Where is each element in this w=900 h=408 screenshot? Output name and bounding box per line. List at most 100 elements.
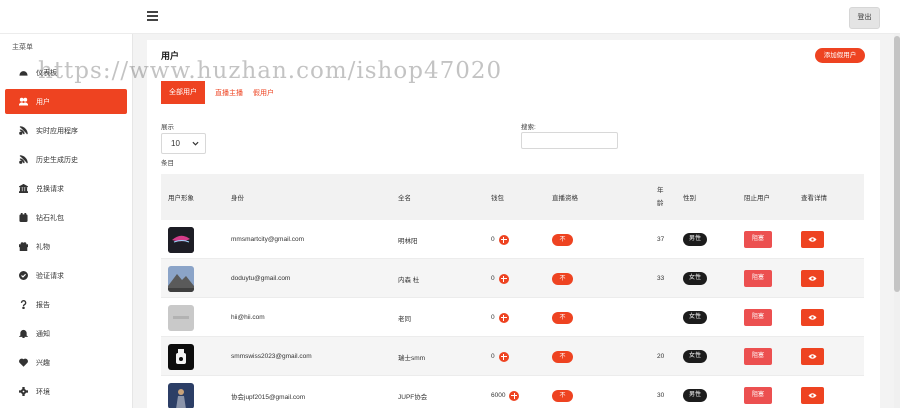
table-row: 协会jupf2015@gmail.com JUPF协会 6000 不 30 男性… — [161, 376, 864, 408]
avatar — [168, 298, 194, 337]
tab-live-hosts[interactable]: 直播主播 — [215, 88, 243, 98]
user-age: 37 — [657, 236, 665, 243]
live-status: 不 — [552, 337, 573, 376]
view-details-button[interactable] — [801, 270, 824, 287]
sidebar-item-gifts[interactable]: 礼物 — [5, 234, 127, 259]
sidebar-item-dashboard[interactable]: 仪表板 — [5, 60, 127, 85]
block-user-button[interactable]: 阻塞 — [744, 387, 772, 404]
sidebar-item-diamonds[interactable]: 钻石礼包 — [5, 205, 127, 230]
wallet-value: 0 — [491, 353, 495, 360]
users-icon — [19, 97, 28, 106]
block-user-button[interactable]: 阻塞 — [744, 231, 772, 248]
user-fullname: 老同 — [398, 315, 411, 323]
sidebar-item-history[interactable]: 历史生成历史 — [5, 147, 127, 172]
sidebar-item-interests[interactable]: 兴趣 — [5, 350, 127, 375]
search-label: 搜索: — [521, 124, 536, 131]
live-status: 不 — [552, 298, 573, 337]
user-wallet: 6000 — [491, 376, 520, 408]
live-toggle-button[interactable]: 不 — [552, 311, 573, 324]
search-input[interactable] — [521, 132, 618, 149]
sidebar-item-live-apps[interactable]: 实时应用程序 — [5, 118, 127, 143]
user-email: doduytu@gmail.com — [231, 275, 291, 282]
block-user-button[interactable]: 阻塞 — [744, 309, 772, 326]
menu-toggle-icon[interactable] — [147, 11, 158, 21]
page-title: 用户 — [161, 51, 180, 61]
chevron-down-icon — [192, 141, 199, 146]
col-age-line1: 年 — [657, 187, 664, 194]
tab-all-users[interactable]: 全部用户 — [161, 81, 205, 104]
add-coins-icon[interactable] — [498, 234, 509, 245]
block-cell: 阻塞 — [744, 298, 772, 337]
col-live[interactable]: 直播资格 — [552, 174, 578, 220]
gift-icon — [19, 242, 28, 251]
block-user-button[interactable]: 阻塞 — [744, 348, 772, 365]
sidebar-item-settings[interactable]: 环境 — [5, 379, 127, 404]
col-avatar[interactable]: 用户形象 — [168, 174, 194, 220]
col-age[interactable]: 年 龄 — [657, 174, 664, 220]
users-table: 用户形象 身份 全名 钱包 直播资格 年 龄 性别 阻止用户 查看详情 mmsm… — [161, 174, 864, 408]
user-tabs: 全部用户 直播主播 假用户 — [161, 81, 284, 104]
heart-icon — [19, 358, 28, 367]
col-fullname[interactable]: 全名 — [398, 174, 411, 220]
user-wallet: 0 — [491, 259, 509, 298]
user-email: smmswiss2023@gmail.com — [231, 353, 312, 360]
sidebar-item-reports[interactable]: 报告 — [5, 292, 127, 317]
live-toggle-button[interactable]: 不 — [552, 389, 573, 402]
view-details-button[interactable] — [801, 387, 824, 404]
table-row: hii@hii.com 老同 0 不 女性 阻塞 — [161, 298, 864, 337]
table-row: doduytu@gmail.com 内森 杜 0 不 33 女性 阻塞 — [161, 259, 864, 298]
user-fullname: 明林阳 — [398, 237, 418, 245]
details-cell — [801, 220, 824, 259]
gender-badge: 女性 — [683, 272, 708, 285]
live-toggle-button[interactable]: 不 — [552, 233, 573, 246]
wallet-value: 0 — [491, 236, 495, 243]
rss-icon — [19, 155, 28, 164]
avatar — [168, 376, 194, 408]
gender-cell: 男性 — [683, 220, 708, 259]
sidebar-item-label: 兴趣 — [36, 359, 50, 367]
sidebar-item-redeem[interactable]: 兑换请求 — [5, 176, 127, 201]
view-details-button[interactable] — [801, 348, 824, 365]
user-email: hii@hii.com — [231, 314, 265, 321]
sidebar-item-users[interactable]: 用户 — [5, 89, 127, 114]
wallet-value: 0 — [491, 314, 495, 321]
user-fullname: JUPF协会 — [398, 393, 428, 401]
user-age: 20 — [657, 353, 665, 360]
sidebar-item-label: 历史生成历史 — [36, 156, 78, 164]
sidebar-item-verification[interactable]: 验证请求 — [5, 263, 127, 288]
col-details[interactable]: 查看详情 — [801, 174, 827, 220]
table-row: mmsmartcity@gmail.com 明林阳 0 不 37 男性 阻塞 — [161, 220, 864, 259]
eye-icon — [808, 276, 817, 281]
sidebar-item-label: 验证请求 — [36, 272, 64, 280]
view-details-button[interactable] — [801, 231, 824, 248]
table-header: 用户形象 身份 全名 钱包 直播资格 年 龄 性别 阻止用户 查看详情 — [161, 174, 864, 220]
col-gender[interactable]: 性别 — [683, 174, 696, 220]
col-block[interactable]: 阻止用户 — [744, 174, 770, 220]
entries-label: 条目 — [161, 160, 174, 167]
gender-cell: 女性 — [683, 298, 708, 337]
user-fullname: 内森 杜 — [398, 276, 420, 284]
sidebar-item-notifications[interactable]: 通知 — [5, 321, 127, 346]
logout-button[interactable]: 登出 — [849, 7, 880, 29]
live-toggle-button[interactable]: 不 — [552, 350, 573, 363]
col-wallet[interactable]: 钱包 — [491, 174, 504, 220]
view-details-button[interactable] — [801, 309, 824, 326]
live-toggle-button[interactable]: 不 — [552, 272, 573, 285]
details-cell — [801, 376, 824, 408]
add-coins-icon[interactable] — [498, 351, 509, 362]
tab-fake-users[interactable]: 假用户 — [253, 88, 274, 98]
add-coins-icon[interactable] — [498, 312, 509, 323]
col-identity[interactable]: 身份 — [231, 174, 244, 220]
block-user-button[interactable]: 阻塞 — [744, 270, 772, 287]
page-scrollbar-thumb[interactable] — [894, 36, 900, 292]
add-coins-icon[interactable] — [498, 273, 509, 284]
sidebar-item-label: 环境 — [36, 388, 50, 396]
sidebar-item-label: 仪表板 — [36, 69, 57, 77]
user-wallet: 0 — [491, 220, 509, 259]
user-email: mmsmartcity@gmail.com — [231, 236, 305, 243]
user-wallet: 0 — [491, 298, 509, 337]
add-coins-icon[interactable] — [509, 390, 520, 401]
page-size-select[interactable]: 10 — [161, 133, 206, 154]
add-fake-user-button[interactable]: 添加假用户 — [815, 48, 865, 63]
wallet-value: 6000 — [491, 392, 506, 399]
